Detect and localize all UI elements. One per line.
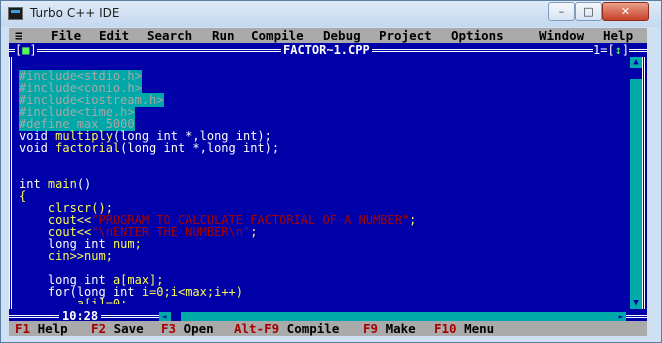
window-number: 1	[593, 43, 601, 57]
status-label: Menu	[456, 321, 495, 336]
code-token: num;	[112, 237, 142, 251]
menu-hotkey: P	[379, 28, 387, 43]
scroll-up-arrow-icon[interactable]: ▲	[630, 57, 642, 68]
menu-hotkey: C	[251, 28, 259, 43]
code-line[interactable]: void factorial(long int *,long int);	[19, 142, 627, 154]
code-token: a[i]=0;	[76, 297, 128, 304]
menu-hotkey: F	[51, 28, 59, 43]
menu-search[interactable]: Search	[147, 28, 192, 43]
status-label: Compile	[279, 321, 340, 336]
minimize-button[interactable]: –	[548, 2, 575, 21]
code-token: ;	[409, 213, 417, 227]
scroll-thumb[interactable]	[630, 68, 642, 79]
close-button[interactable]: ✕	[602, 2, 649, 21]
status-item-open[interactable]: F3 Open	[161, 321, 214, 336]
code-line[interactable]	[19, 166, 627, 178]
code-token: ;	[250, 225, 258, 239]
code-editor[interactable]: #include<stdio.h> #include<conio.h> #inclu…	[19, 70, 627, 304]
status-label: Help	[30, 321, 68, 336]
code-line[interactable]: a[i]=0;	[19, 298, 627, 304]
menu-hotkey: R	[212, 28, 220, 43]
code-token: (long int *,long int);	[120, 141, 280, 155]
menu-compile[interactable]: Compile	[251, 28, 304, 43]
menu-hotkey: W	[539, 28, 547, 43]
menu-hotkey: H	[603, 28, 611, 43]
status-item-compile[interactable]: Alt-F9 Compile	[234, 321, 339, 336]
code-token: main	[47, 177, 77, 191]
scroll-down-arrow-icon[interactable]: ▼	[630, 298, 642, 309]
scroll-left-arrow-icon[interactable]: ◄	[159, 312, 169, 321]
menu-hotkey: S	[147, 28, 155, 43]
status-label: Make	[378, 321, 416, 336]
editor-filename: FACTOR~1.CPP	[281, 43, 372, 57]
close-box[interactable]: [■]	[15, 43, 37, 57]
code-line[interactable]: int main()	[19, 178, 627, 190]
menu-file[interactable]: File	[51, 28, 81, 43]
status-bar: F1 Help F2 Save F3 Open Alt-F9 Compile F9 Ma…	[9, 321, 647, 336]
turbo-cpp-screen: ≡ File Edit Search Run Compile Debug Pro…	[9, 28, 647, 336]
code-line[interactable]: cin>>num;	[19, 250, 627, 262]
status-key: F3	[161, 321, 177, 336]
menu-hotkey: O	[451, 28, 459, 43]
status-key: F9	[363, 321, 379, 336]
status-item-menu[interactable]: F10 Menu	[434, 321, 494, 336]
frame-border-right	[642, 57, 645, 309]
menu-hotkey: E	[99, 28, 107, 43]
status-item-help[interactable]: F1 Help	[15, 321, 68, 336]
code-token: cin>>num;	[47, 249, 113, 263]
menu-options[interactable]: Options	[451, 28, 504, 43]
status-key: Alt-F9	[234, 321, 280, 336]
status-label: Open	[176, 321, 214, 336]
menu-debug[interactable]: Debug	[323, 28, 361, 43]
code-token: i=0;i<max;i++)	[141, 285, 243, 299]
status-key: F10	[434, 321, 457, 336]
menu-hotkey: D	[323, 28, 331, 43]
app-icon[interactable]	[8, 7, 23, 20]
code-token: factorial	[55, 141, 121, 155]
code-token: ()	[76, 177, 92, 191]
status-label: Save	[106, 321, 144, 336]
status-key: F2	[91, 321, 107, 336]
menu-window[interactable]: Window	[539, 28, 584, 43]
window-title: Turbo C++ IDE	[30, 6, 120, 20]
menu-bar: ≡ File Edit Search Run Compile Debug Pro…	[9, 28, 647, 43]
menu-project[interactable]: Project	[379, 28, 432, 43]
menu-help[interactable]: Help	[603, 28, 633, 43]
menu-edit[interactable]: Edit	[99, 28, 129, 43]
title-bar[interactable]: Turbo C++ IDE – □ ✕	[1, 1, 661, 27]
scroll-right-arrow-icon[interactable]: ►	[616, 312, 626, 321]
system-menu-icon[interactable]: ≡	[15, 28, 23, 43]
menu-run[interactable]: Run	[212, 28, 235, 43]
status-key: F1	[15, 321, 31, 336]
maximize-button[interactable]: □	[575, 2, 602, 21]
editor-frame-top: [■] FACTOR~1.CPP 1=[↕]	[9, 43, 647, 57]
code-line[interactable]	[19, 154, 627, 166]
app-window: Turbo C++ IDE – □ ✕ ≡ File Edit Search R…	[0, 0, 662, 343]
zoom-box[interactable]: 1=[↕]	[593, 43, 630, 57]
horizontal-scrollbar[interactable]: ◄ ►	[159, 312, 626, 321]
frame-border-left	[9, 57, 12, 309]
vertical-scrollbar[interactable]: ▲ ▼	[630, 57, 642, 309]
status-item-save[interactable]: F2 Save	[91, 321, 144, 336]
horizontal-scroll-thumb[interactable]	[171, 312, 181, 321]
status-item-make[interactable]: F9 Make	[363, 321, 416, 336]
